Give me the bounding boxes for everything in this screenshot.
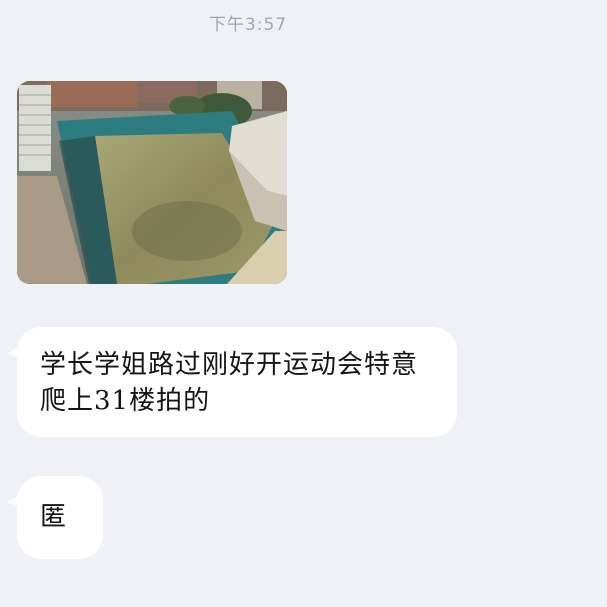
image-message[interactable] bbox=[17, 81, 287, 284]
stadium-aerial-photo-icon bbox=[17, 81, 287, 284]
message-timestamp: 下午3:57 bbox=[208, 15, 288, 35]
text-message[interactable]: 学长学姐路过刚好开运动会特意爬上31楼拍的 bbox=[6, 327, 457, 437]
bubble-tail-icon bbox=[6, 339, 28, 361]
message-text: 匿 bbox=[39, 502, 66, 532]
text-message[interactable]: 匿 bbox=[6, 476, 103, 559]
message-text: 学长学姐路过刚好开运动会特意爬上31楼拍的 bbox=[40, 350, 419, 416]
